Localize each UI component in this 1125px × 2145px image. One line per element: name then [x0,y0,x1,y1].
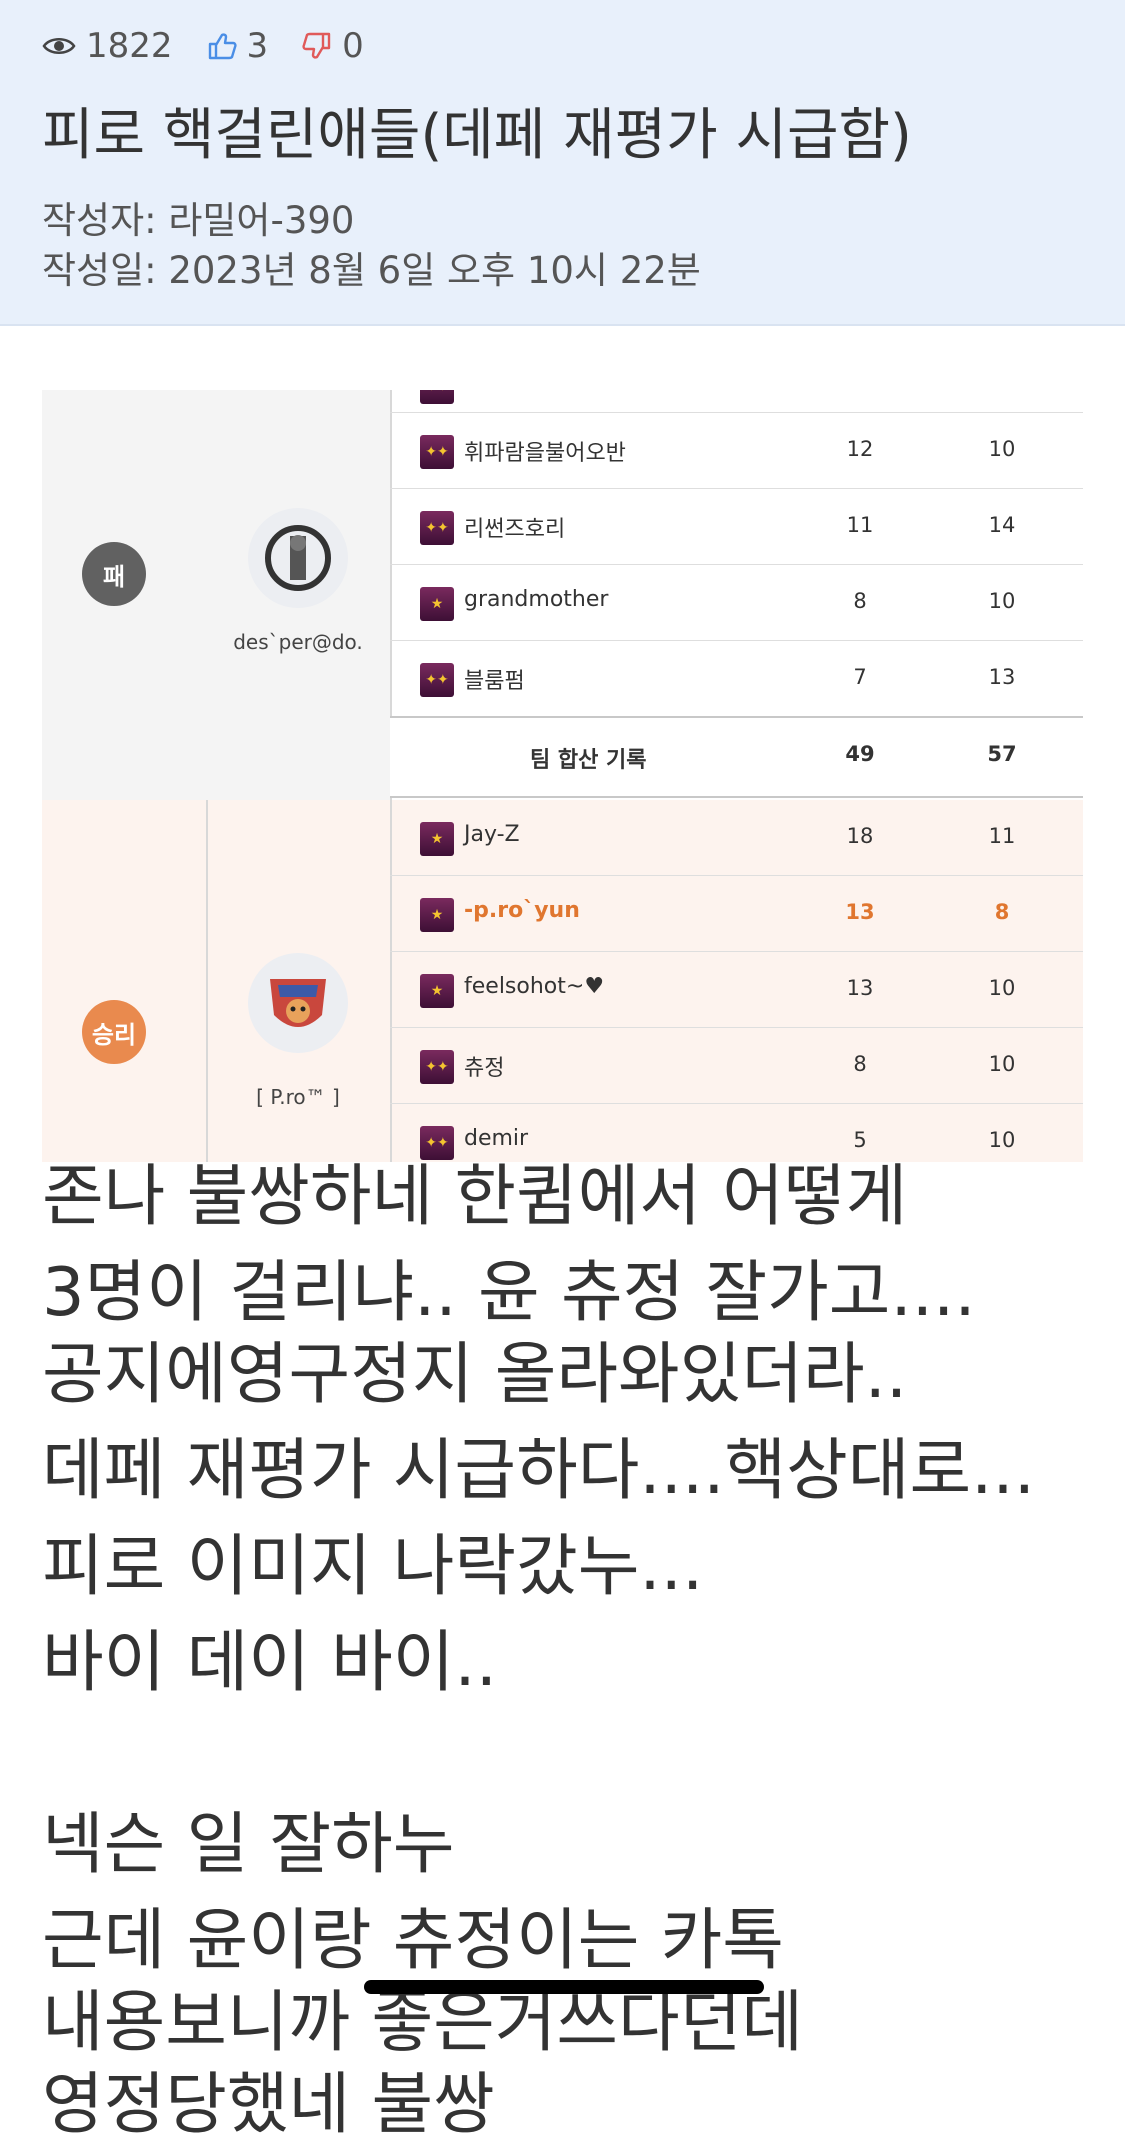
player-name: 리썬즈호리 [464,517,566,542]
result-column: 승리 [42,800,208,1162]
views-count: 1822 [86,26,173,66]
player-kills: 8 [853,589,867,613]
player-kills: 5 [853,1128,867,1152]
content-line: 3명이 걸리냐.. 윤 츄정 잘가고.... 공지에영구정지 올라와있더라.. [42,1253,976,1413]
dislike-button[interactable]: 0 [302,26,364,66]
table-row: ✦✦ demir 5 10 [390,1104,1083,1162]
team-column: [ P.ro™ ] [206,800,392,1162]
player-name: demir [464,1126,529,1151]
table-row: ✦✦ [390,390,1083,413]
rank-icon: ★ [420,898,454,932]
team-block-lose: 패 des`per@do. ✦✦ ✦✦ 휘파람을불어오반 12 10 [42,390,1083,800]
post-stats: 1822 3 0 [42,26,398,66]
rank-icon: ★ [420,822,454,856]
player-kills: 18 [846,824,874,848]
post-header: 1822 3 0 피로 핵걸린애들(데페 재평가 시급함) 작성자: 라밀어-3… [0,0,1125,326]
team-total-row: 팀 합산 기록 49 57 [390,716,1083,798]
player-deaths: 13 [988,665,1016,689]
player-kills: 11 [846,513,874,537]
team-total-deaths: 57 [987,742,1017,766]
team-total-kills: 49 [845,742,875,766]
team-logo [248,953,348,1053]
table-row: ✦✦ 츄정 8 10 [390,1028,1083,1104]
thumbs-down-icon [302,32,331,59]
post-date: 작성일: 2023년 8월 6일 오후 10시 22분 [42,249,701,292]
player-deaths: 10 [988,976,1016,1000]
table-row: ★ feelsohot~♥ 13 10 [390,952,1083,1028]
player-rows: ★ Jay-Z 18 11 ★ -p.ro`yun 13 8 ★ feelsoh… [390,800,1083,1162]
player-kills: 8 [853,1052,867,1076]
player-name: 블룸펌 [464,669,525,694]
rank-icon: ✦✦ [420,511,454,545]
dislike-count: 0 [342,26,364,66]
table-row: ★ grandmother 8 10 [390,565,1083,641]
rank-icon: ✦✦ [420,1050,454,1084]
rank-icon: ★ [420,974,454,1008]
content-line: 피로 이미지 나락갔누... [42,1527,704,1605]
post-content: 존나 불쌍하네 한큄에서 어떻게 3명이 걸리냐.. 윤 츄정 잘가고.... … [42,1155,1087,2145]
content-line: 넥슨 일 잘하누 [42,1805,455,1883]
team-name: [ P.ro™ ] [256,1085,340,1109]
player-deaths: 10 [988,437,1016,461]
lose-badge: 패 [82,542,146,606]
player-rows: ✦✦ ✦✦ 휘파람을불어오반 12 10 ✦✦ 리썬즈호리 11 14 ★ gr… [390,390,1083,798]
player-name: 휘파람을불어오반 [464,441,626,466]
thumbs-up-icon [208,33,237,60]
player-kills: 12 [846,437,874,461]
views-stat: 1822 [42,26,173,66]
content-line: 데페 재평가 시급하다....핵상대로... [42,1431,1035,1509]
content-line-blank [42,1703,1087,1803]
player-deaths: 10 [988,589,1016,613]
post-author: 작성자: 라밀어-390 [42,199,355,242]
player-kills: 13 [845,900,875,924]
team-logo [248,508,348,608]
like-button[interactable]: 3 [207,26,269,66]
team-block-win: 승리 [ P.ro™ ] ★ Jay-Z 18 11 ★ -p.ro`yun 1… [42,800,1083,1162]
player-name: 츄정 [464,1056,505,1081]
rank-icon: ★ [420,587,454,621]
result-column: 패 [42,390,208,800]
eye-icon [42,38,76,54]
content-line: 근데 윤이랑 츄정이는 카톡 내용보니까 좋은거쓰다던데 영정당했네 불쌍 [42,1901,803,2143]
player-deaths: 10 [988,1128,1016,1152]
content-line: 바이 데이 바이.. [42,1623,498,1701]
like-count: 3 [246,26,269,66]
table-row: ✦✦ 블룸펌 7 13 [390,641,1083,716]
player-deaths: 11 [988,824,1016,848]
team-column: des`per@do. [206,390,392,800]
player-kills: 7 [853,665,867,689]
player-name: grandmother [464,587,609,612]
player-deaths: 14 [988,513,1016,537]
player-deaths: 10 [988,1052,1016,1076]
table-row-highlighted: ★ -p.ro`yun 13 8 [390,876,1083,952]
player-name: Jay-Z [464,822,520,847]
table-row: ★ Jay-Z 18 11 [390,800,1083,876]
rank-icon: ✦✦ [420,663,454,697]
player-name: -p.ro`yun [464,898,580,923]
player-deaths: 8 [994,900,1010,924]
table-row: ✦✦ 휘파람을불어오반 12 10 [390,413,1083,489]
player-kills: 13 [846,976,874,1000]
team-name: des`per@do. [233,630,363,654]
table-row: ✦✦ 리썬즈호리 11 14 [390,489,1083,565]
home-indicator[interactable] [364,1980,764,1994]
content-line: 존나 불쌍하네 한큄에서 어떻게 [42,1157,908,1235]
rank-icon: ✦✦ [420,390,454,404]
win-badge: 승리 [82,1000,146,1064]
rank-icon: ✦✦ [420,435,454,469]
team-total-label: 팀 합산 기록 [530,748,647,773]
player-name: feelsohot~♥ [464,974,605,999]
match-result-image: 패 des`per@do. ✦✦ ✦✦ 휘파람을불어오반 12 10 [42,390,1083,1162]
post-title: 피로 핵걸린애들(데페 재평가 시급함) [42,103,912,168]
